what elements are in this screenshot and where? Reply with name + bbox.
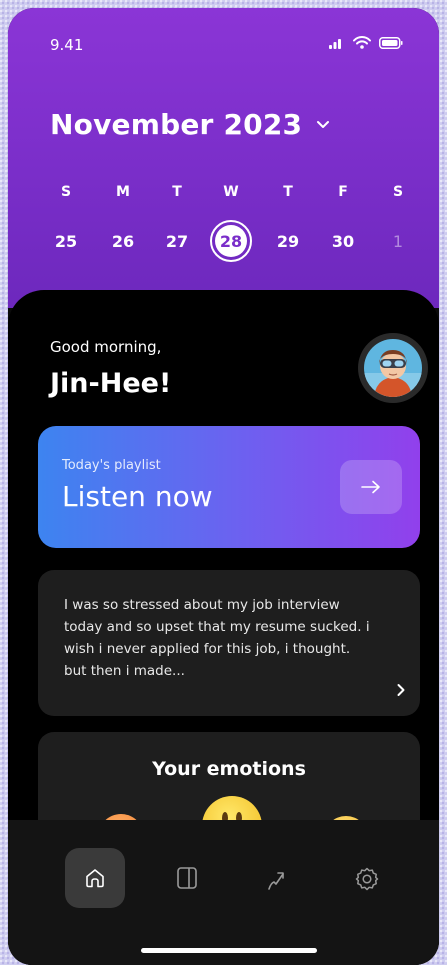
- playlist-title: Listen now: [62, 480, 213, 513]
- phone-screen: 9.41 November 2023 S M T W T F S 28 25 2…: [8, 8, 439, 965]
- avatar-image: [364, 339, 422, 397]
- home-icon: [86, 869, 104, 888]
- weekday-label: W: [223, 184, 239, 200]
- chevron-right-icon[interactable]: [396, 682, 406, 701]
- weekday-label: F: [338, 184, 348, 200]
- settings-icon: [355, 867, 379, 891]
- month-title: November 2023: [50, 108, 303, 141]
- month-selector[interactable]: November 2023: [50, 108, 330, 141]
- stats-icon: [268, 872, 284, 890]
- nav-stats-button[interactable]: [266, 868, 290, 892]
- weekday-label: M: [116, 184, 130, 200]
- journal-card[interactable]: I was so stressed about my job interview…: [38, 570, 420, 716]
- selected-date-number: 28: [215, 225, 247, 257]
- nav-settings-button[interactable]: [354, 866, 380, 892]
- nav-journal-button[interactable]: [176, 866, 198, 890]
- journal-entry-text: I was so stressed about my job interview…: [64, 597, 370, 679]
- status-icons: [329, 36, 403, 49]
- weekday-label: S: [60, 184, 72, 200]
- home-indicator: [141, 948, 317, 953]
- listen-now-button[interactable]: [340, 460, 402, 514]
- weekday-label: T: [172, 184, 182, 200]
- status-time: 9.41: [50, 36, 84, 54]
- date-cell[interactable]: 1: [378, 232, 418, 251]
- date-cell[interactable]: 26: [103, 232, 143, 251]
- journal-icon: [177, 867, 197, 889]
- user-name: Jin-Hee!: [50, 368, 172, 399]
- wifi-icon: [353, 36, 371, 49]
- weekday-label: S: [392, 184, 404, 200]
- emotions-title: Your emotions: [152, 758, 306, 780]
- nav-home-button[interactable]: [65, 848, 125, 908]
- signal-icon: [329, 38, 341, 49]
- playlist-card[interactable]: Today's playlist Listen now: [38, 426, 420, 548]
- date-cell[interactable]: 30: [323, 232, 363, 251]
- arrow-right-icon: [361, 480, 380, 494]
- weekday-label: T: [283, 184, 293, 200]
- date-cell[interactable]: 27: [157, 232, 197, 251]
- calendar-header: 9.41 November 2023 S M T W T F S 28 25 2…: [8, 8, 439, 308]
- selected-date[interactable]: 28: [210, 220, 252, 262]
- date-cell[interactable]: 29: [268, 232, 308, 251]
- chevron-down-icon: [317, 121, 330, 128]
- battery-icon: [379, 36, 403, 49]
- avatar[interactable]: [358, 333, 428, 403]
- date-cell[interactable]: 25: [46, 232, 86, 251]
- greeting-text: Good morning,: [50, 338, 162, 356]
- bottom-nav: [8, 820, 439, 965]
- playlist-subtitle: Today's playlist: [62, 458, 161, 473]
